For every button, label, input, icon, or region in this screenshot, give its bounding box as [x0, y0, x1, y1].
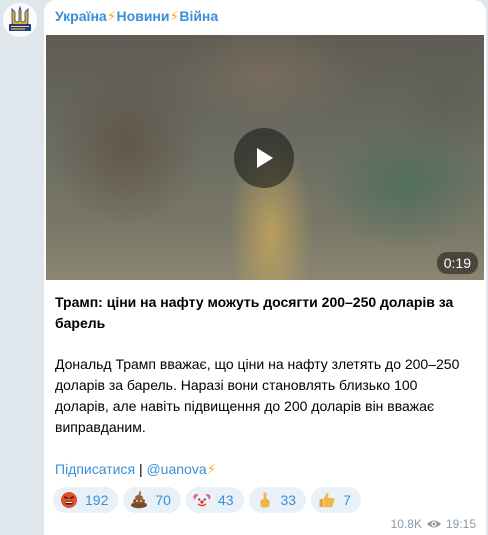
lightning-emoji: ⚡ [106, 8, 117, 24]
trident-logo-icon [9, 5, 31, 31]
reaction-poop[interactable]: 70 [123, 487, 181, 513]
clown-face-icon [193, 491, 211, 509]
view-count: 10.8K [390, 517, 422, 531]
channel-name-part-2: Новини [116, 8, 170, 24]
message-meta: 10.8K 19:15 [391, 517, 476, 531]
reaction-clown[interactable]: 43 [185, 487, 244, 513]
angry-face-icon [60, 491, 78, 509]
eye-icon [426, 520, 441, 528]
channel-handle-link[interactable]: @uanova [146, 461, 206, 477]
reaction-thumbs-up[interactable]: 7 [311, 487, 361, 513]
thumbs-up-icon [318, 491, 336, 509]
links-divider: | [138, 461, 143, 477]
channel-name-part-3: Війна [179, 8, 219, 24]
reaction-middle-finger[interactable]: 33 [248, 487, 307, 513]
reaction-angry[interactable]: 192 [53, 487, 119, 513]
poop-icon [130, 491, 148, 509]
reaction-count: 33 [280, 492, 297, 508]
play-button[interactable] [234, 128, 294, 188]
subscribe-link[interactable]: Підписатися [55, 461, 135, 477]
channel-name-part-1: Україна [55, 8, 107, 24]
video-thumbnail[interactable]: 0:19 [46, 35, 484, 280]
reaction-count: 70 [155, 492, 171, 508]
lightning-emoji: ⚡ [206, 461, 217, 477]
post-title: Трамп: ціни на нафту можуть досягти 200–… [55, 294, 454, 331]
reaction-count: 43 [217, 492, 234, 508]
channel-avatar[interactable] [2, 2, 38, 38]
message-bubble: Україна⚡Новини⚡Війна 0:19 Трамп: ціни на… [44, 0, 486, 535]
lightning-emoji: ⚡ [169, 8, 180, 24]
video-duration-badge: 0:19 [436, 252, 478, 274]
reaction-count: 7 [343, 492, 351, 508]
message-time: 19:15 [445, 517, 476, 531]
middle-finger-icon [256, 491, 274, 509]
post-body: Дональд Трамп вважає, що ціни на нафту з… [55, 356, 460, 435]
play-icon [257, 148, 273, 168]
post-footer-links: Підписатися | @uanova⚡ [55, 459, 216, 480]
reaction-count: 192 [85, 492, 109, 508]
channel-name[interactable]: Україна⚡Новини⚡Війна [55, 8, 218, 25]
reactions-bar: 192 70 43 33 7 [53, 487, 361, 513]
